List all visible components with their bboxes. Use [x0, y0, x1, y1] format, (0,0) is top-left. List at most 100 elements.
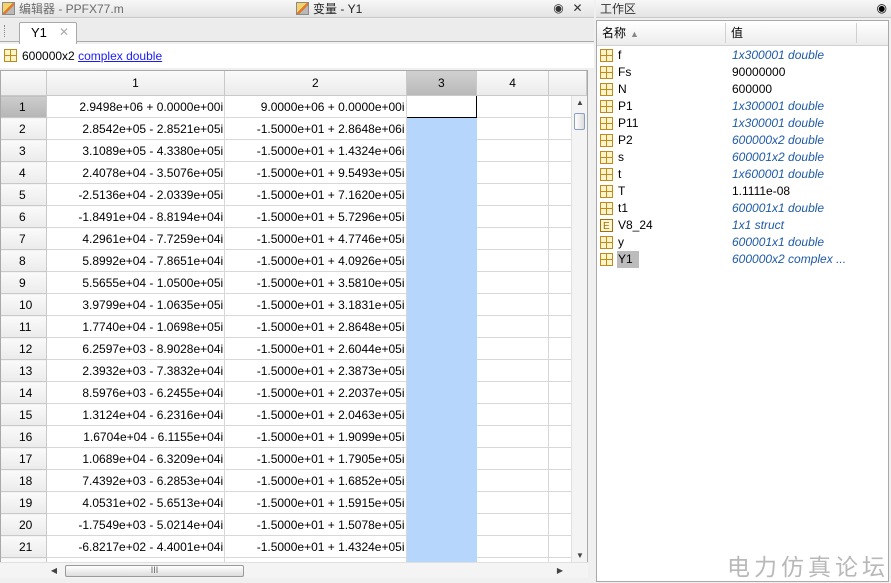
cell-col3[interactable]	[406, 161, 478, 184]
cell-col2[interactable]: -1.5000e+01 + 4.7746e+05i	[224, 227, 407, 250]
cell-col2[interactable]: -1.5000e+01 + 2.0463e+05i	[224, 403, 407, 426]
cell-col1[interactable]: 1.3124e+04 - 6.2316e+04i	[46, 403, 226, 426]
row-header[interactable]: 3	[1, 139, 47, 162]
cell-col1[interactable]: 8.5976e+03 - 6.2455e+04i	[46, 381, 226, 404]
row-header[interactable]: 12	[1, 337, 47, 360]
cell-col2[interactable]: -1.5000e+01 + 2.6044e+05i	[224, 337, 407, 360]
row-header[interactable]: 16	[1, 425, 47, 448]
cell-col1[interactable]: 1.6704e+04 - 6.1155e+04i	[46, 425, 226, 448]
cell-col4[interactable]	[476, 205, 549, 228]
cell-col1[interactable]: 2.8542e+05 - 2.8521e+05i	[46, 117, 226, 140]
cell-col3[interactable]	[406, 139, 478, 162]
row-header[interactable]: 9	[1, 271, 47, 294]
cell-col3[interactable]	[406, 491, 478, 514]
row-header[interactable]: 20	[1, 513, 47, 536]
workspace-variable-row[interactable]: T 1.1111e-08	[597, 183, 888, 200]
cell-col1[interactable]: 7.4392e+03 - 6.2853e+04i	[46, 469, 226, 492]
cell-col1[interactable]: 3.9799e+04 - 1.0635e+05i	[46, 293, 226, 316]
cell-col1[interactable]: 6.2597e+03 - 8.9028e+04i	[46, 337, 226, 360]
row-header[interactable]: 21	[1, 535, 47, 558]
workspace-variable-row[interactable]: f 1x300001 double	[597, 47, 888, 64]
cell-col2[interactable]: -1.5000e+01 + 1.7905e+05i	[224, 447, 407, 470]
vertical-scrollbar[interactable]: ▲ ▼	[571, 96, 587, 562]
cell-col4[interactable]	[476, 513, 549, 536]
cell-col3[interactable]	[406, 359, 478, 382]
column-header-2[interactable]: 2	[224, 71, 407, 96]
column-header-1[interactable]: 1	[46, 71, 226, 96]
row-header[interactable]: 19	[1, 491, 47, 514]
cell-col3[interactable]	[406, 381, 478, 404]
column-header-3[interactable]: 3	[406, 71, 478, 96]
scroll-left-arrow-icon[interactable]: ◀	[46, 566, 62, 575]
cell-col4[interactable]	[476, 95, 549, 118]
cell-col2[interactable]: 9.0000e+06 + 0.0000e+00i	[224, 95, 407, 118]
cell-col3[interactable]	[406, 513, 478, 536]
cell-col1[interactable]: 2.4078e+04 - 3.5076e+05i	[46, 161, 226, 184]
name-column-header[interactable]: 名称 ▲	[602, 21, 639, 46]
row-header[interactable]: 17	[1, 447, 47, 470]
column-header-4[interactable]: 4	[476, 71, 549, 96]
workspace-menu-button[interactable]: ◉	[877, 1, 887, 15]
cell-col4[interactable]	[476, 117, 549, 140]
cell-col2[interactable]: -1.5000e+01 + 2.3873e+05i	[224, 359, 407, 382]
workspace-variable-row[interactable]: Y1 600000x2 complex ...	[597, 251, 888, 268]
workspace-variable-row[interactable]: P1 1x300001 double	[597, 98, 888, 115]
cell-col2[interactable]: -1.5000e+01 + 1.4324e+05i	[224, 535, 407, 558]
cell-col2[interactable]: -1.5000e+01 + 9.5493e+05i	[224, 161, 407, 184]
cell-col1[interactable]: 1.7740e+04 - 1.0698e+05i	[46, 315, 226, 338]
editor-tab[interactable]: 编辑器 - PPFX77.m	[2, 0, 124, 18]
cell-col3[interactable]	[405, 95, 478, 118]
workspace-variable-row[interactable]: N 600000	[597, 81, 888, 98]
cell-col1[interactable]: -2.5136e+04 - 2.0339e+05i	[46, 183, 226, 206]
cell-col4[interactable]	[476, 359, 549, 382]
cell-col4[interactable]	[476, 535, 549, 558]
tab-grip-handle[interactable]	[4, 25, 7, 37]
cell-col3[interactable]	[406, 227, 478, 250]
cell-col1[interactable]: 2.3932e+03 - 7.3832e+04i	[46, 359, 226, 382]
variable-editor-tab[interactable]: 变量 - Y1	[296, 0, 362, 18]
cell-col4[interactable]	[476, 491, 549, 514]
workspace-variable-row[interactable]: t 1x600001 double	[597, 166, 888, 183]
cell-col3[interactable]	[406, 337, 478, 360]
workspace-variable-row[interactable]: P2 600000x2 double	[597, 132, 888, 149]
variable-spreadsheet[interactable]: 1 2 3 4 1 2.9498e+06 + 0.0000e+00i 9.0000e…	[0, 70, 588, 578]
cell-col3[interactable]	[406, 183, 478, 206]
vertical-scroll-thumb[interactable]	[574, 113, 585, 130]
cell-col4[interactable]	[476, 271, 549, 294]
class-link[interactable]: complex double	[78, 49, 162, 63]
workspace-panel[interactable]: 名称 ▲ 值 f 1x300001 double Fs 90000000 N 600000 P…	[596, 20, 889, 582]
cell-col4[interactable]	[476, 469, 549, 492]
scroll-right-arrow-icon[interactable]: ▶	[552, 566, 568, 575]
row-header[interactable]: 6	[1, 205, 47, 228]
row-header[interactable]: 7	[1, 227, 47, 250]
row-header[interactable]: 11	[1, 315, 47, 338]
cell-col3[interactable]	[406, 205, 478, 228]
cell-col3[interactable]	[406, 117, 478, 140]
row-header[interactable]: 4	[1, 161, 47, 184]
workspace-variable-row[interactable]: P11 1x300001 double	[597, 115, 888, 132]
cell-col1[interactable]: 2.9498e+06 + 0.0000e+00i	[46, 95, 226, 118]
cell-col2[interactable]: -1.5000e+01 + 5.7296e+05i	[224, 205, 407, 228]
cell-col4[interactable]	[476, 315, 549, 338]
cell-col4[interactable]	[476, 447, 549, 470]
cell-col3[interactable]	[406, 293, 478, 316]
cell-col2[interactable]: -1.5000e+01 + 1.6852e+05i	[224, 469, 407, 492]
cell-col4[interactable]	[476, 249, 549, 272]
cell-col3[interactable]	[406, 535, 478, 558]
cell-col1[interactable]: 1.0689e+04 - 6.3209e+04i	[46, 447, 226, 470]
cell-col2[interactable]: -1.5000e+01 + 7.1620e+05i	[224, 183, 407, 206]
cell-col1[interactable]: 4.0531e+02 - 5.6513e+04i	[46, 491, 226, 514]
scroll-down-arrow-icon[interactable]: ▼	[572, 551, 588, 560]
cell-col4[interactable]	[476, 293, 549, 316]
cell-col2[interactable]: -1.5000e+01 + 2.8648e+06i	[224, 117, 407, 140]
cell-col4[interactable]	[476, 161, 549, 184]
cell-col3[interactable]	[406, 271, 478, 294]
cell-col1[interactable]: -6.8217e+02 - 4.4001e+04i	[46, 535, 226, 558]
cell-col3[interactable]	[406, 315, 478, 338]
cell-col1[interactable]: 5.8992e+04 - 7.8651e+04i	[46, 249, 226, 272]
row-header[interactable]: 1	[1, 95, 47, 118]
horizontal-scrollbar[interactable]: ◀ III ▶	[0, 562, 588, 578]
panel-close-button[interactable]: ✕	[570, 1, 585, 16]
workspace-variable-row[interactable]: t1 600001x1 double	[597, 200, 888, 217]
row-header[interactable]: 8	[1, 249, 47, 272]
